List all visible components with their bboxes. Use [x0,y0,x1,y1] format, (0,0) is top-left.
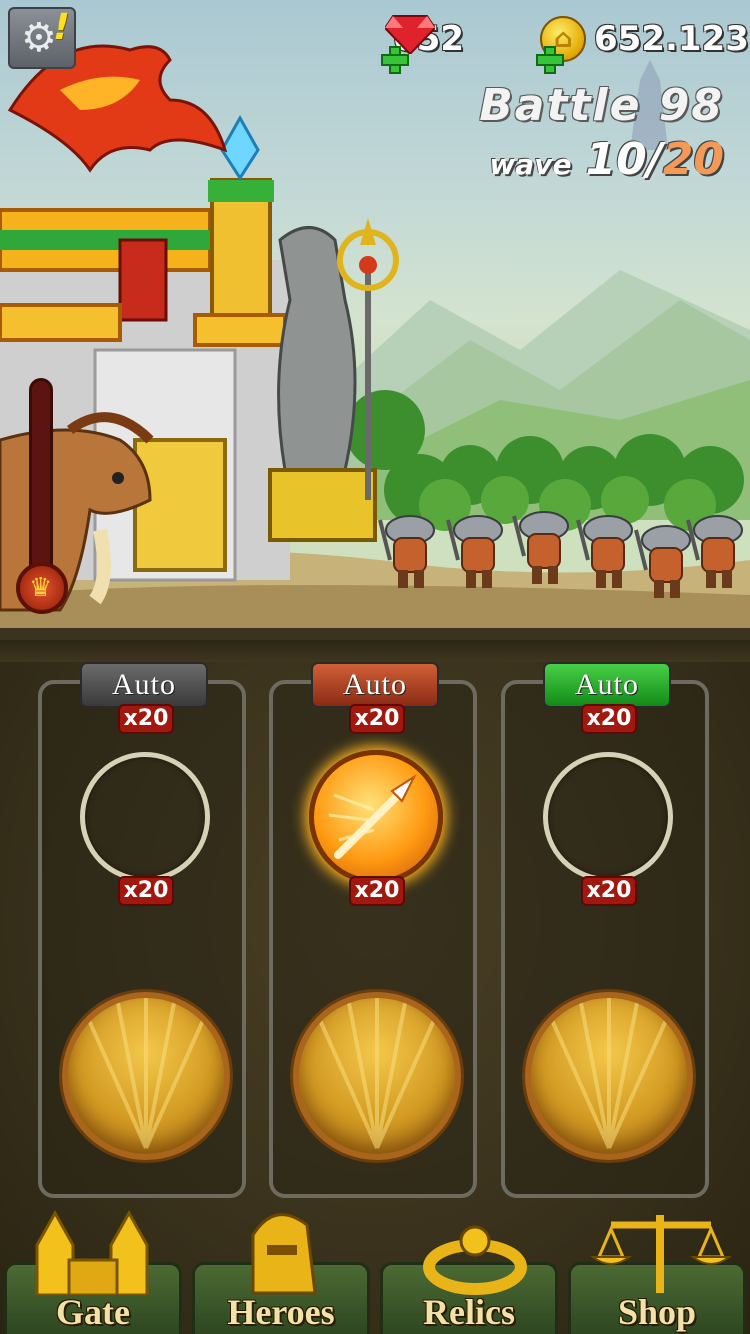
nav-shop-label: Shop [617,1292,697,1332]
gate-icon [35,1209,149,1295]
skill-count-1: x20 [118,876,174,906]
activate-button-1[interactable] [62,992,230,1160]
gold-amount: 652.123 [594,19,749,59]
empty-skill-ring-1[interactable] [80,752,210,882]
gem-counter[interactable]: 652 [381,14,464,74]
wave-current: 10/ [585,134,663,185]
nav-heroes-label: Heroes [227,1292,335,1332]
ring-icon [423,1225,527,1295]
sunburst-icon [549,998,669,1149]
auto-count-3: x20 [581,704,637,734]
nav-relics-label: Relics [423,1292,515,1332]
battle-title: Battle 98 [479,80,724,131]
battle-scene: ⚙ ! 652 ⌂ 652.123 Battle 98 wave 10/ 20 … [0,0,750,660]
scales-icon [590,1215,732,1293]
sunburst-icon [86,998,206,1149]
add-gems-icon[interactable] [381,46,409,74]
helmet-icon [251,1213,317,1295]
auto-toggle-1[interactable]: Auto [80,662,208,708]
alert-icon: ! [48,7,74,48]
nav-gate[interactable]: Gate [4,1209,182,1334]
auto-toggle-2[interactable]: Auto [311,662,439,708]
ability-slot-3: Auto x20 x20 [501,662,709,1198]
auto-toggle-3[interactable]: Auto [543,662,671,708]
auto-count-1: x20 [118,704,174,734]
auto-count-2: x20 [349,704,405,734]
crown-icon: ♛ [16,562,68,614]
nav-relics[interactable]: Relics [380,1225,558,1334]
wave-indicator: wave 10/ 20 [489,134,724,185]
skill-count-3: x20 [581,876,637,906]
wave-total: 20 [662,134,724,185]
add-gold-icon[interactable] [536,46,564,74]
gold-counter[interactable]: ⌂ 652.123 [536,14,749,74]
activate-button-3[interactable] [525,992,693,1160]
empty-skill-ring-3[interactable] [543,752,673,882]
ability-slot-2: Auto x20 x20 [269,662,477,1198]
ability-slot-1: Auto x20 x20 [38,662,246,1198]
mana-bar [29,378,53,578]
wave-label: wave [489,148,572,181]
nav-gate-label: Gate [56,1292,130,1332]
activate-button-2[interactable] [293,992,461,1160]
sunburst-icon [317,998,437,1149]
nav-heroes[interactable]: Heroes [192,1213,370,1334]
nav-shop[interactable]: Shop [568,1215,746,1334]
skill-count-2: x20 [349,876,405,906]
settings-button[interactable]: ⚙ ! [8,7,76,69]
spear-icon[interactable] [309,750,443,884]
